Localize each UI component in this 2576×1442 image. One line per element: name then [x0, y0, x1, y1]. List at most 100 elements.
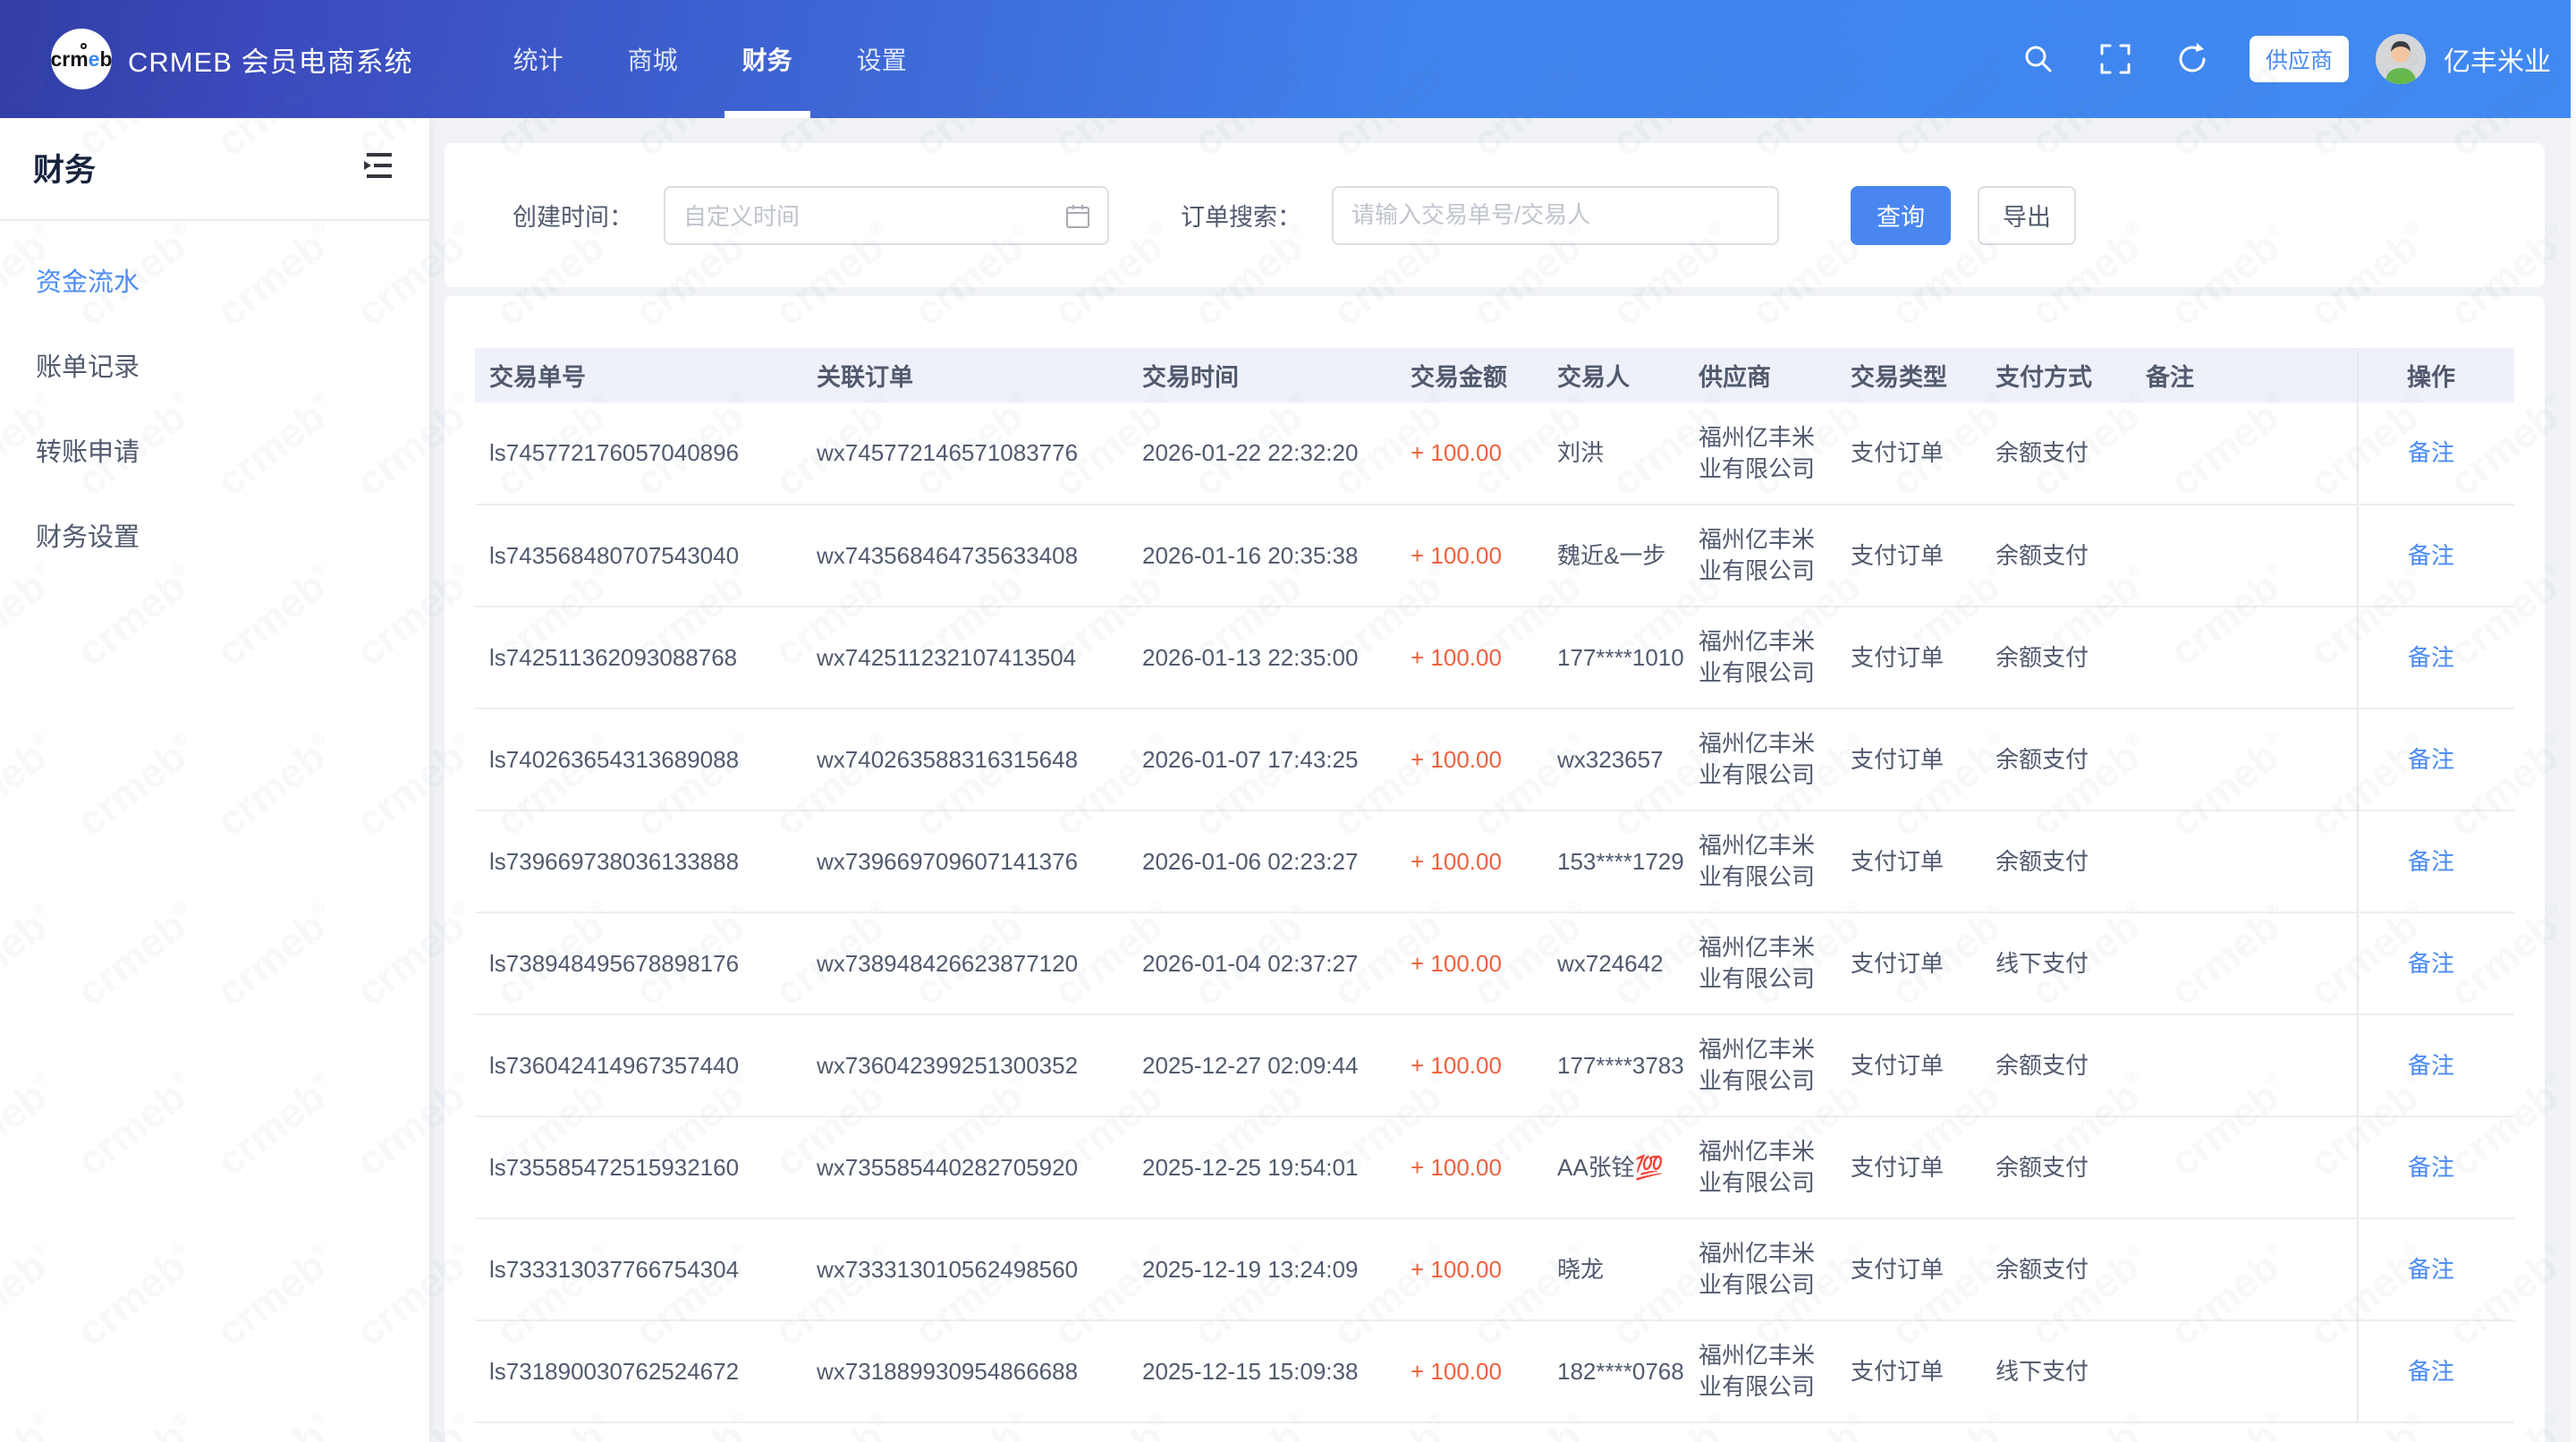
- cell-transaction-time: 2025-12-15 15:09:38: [1128, 1320, 1396, 1422]
- cell-trader: 刘洪: [1543, 403, 1684, 505]
- table-row: ls735585472515932160 wx73558544028270592…: [475, 1116, 2514, 1218]
- user-avatar[interactable]: [2376, 34, 2426, 84]
- refresh-icon[interactable]: [2173, 39, 2212, 79]
- cell-supplier: 福州亿丰米业有限公司: [1684, 1218, 1836, 1320]
- cell-remark: [2131, 1320, 2358, 1422]
- sidebar-divider: [0, 219, 429, 221]
- cell-type: 支付订单: [1836, 912, 1981, 1014]
- cell-transaction-time: 2025-12-27 02:09:44: [1128, 1014, 1396, 1116]
- cell-remark: [2131, 810, 2358, 912]
- remark-link[interactable]: 备注: [2408, 1358, 2454, 1385]
- cell-type: 支付订单: [1836, 606, 1981, 708]
- cell-type: 支付订单: [1836, 708, 1981, 810]
- sidebar-item-财务设置[interactable]: 财务设置: [0, 496, 429, 581]
- cell-type: 支付订单: [1836, 505, 1981, 606]
- cell-trader: AA张铨💯: [1543, 1116, 1684, 1218]
- cell-trader: 153****1729: [1543, 810, 1684, 912]
- search-icon[interactable]: [2019, 39, 2058, 79]
- cell-action: 备注: [2358, 1218, 2514, 1320]
- column-header-交易金额: 交易金额: [1396, 348, 1543, 403]
- cell-action: 备注: [2358, 912, 2514, 1014]
- remark-link[interactable]: 备注: [2408, 542, 2454, 569]
- column-header-交易人: 交易人: [1543, 348, 1684, 403]
- filter-panel: 创建时间： 自定义时间 订单搜索： 查询 导出: [445, 143, 2545, 287]
- cell-type: 支付订单: [1836, 1320, 1981, 1422]
- cell-action: 备注: [2358, 810, 2514, 912]
- cell-action: 备注: [2358, 403, 2514, 505]
- cell-trader: wx724642: [1543, 912, 1684, 1014]
- table-row: ls731890030762524672 wx73188993095486668…: [475, 1320, 2514, 1422]
- cell-trader: wx323657: [1543, 708, 1684, 810]
- cell-transaction-id: ls743568480707543040: [475, 505, 802, 606]
- cell-type: 支付订单: [1836, 1218, 1981, 1320]
- cell-trader: 177****3783: [1543, 1014, 1684, 1116]
- cell-related-order: wx742511232107413504: [802, 606, 1128, 708]
- order-search-input[interactable]: [1332, 186, 1779, 245]
- table-header-row: 交易单号关联订单交易时间交易金额交易人供应商交易类型支付方式备注操作: [475, 348, 2514, 403]
- cell-transaction-id: ls742511362093088768: [475, 606, 802, 708]
- cell-related-order: wx739669709607141376: [802, 810, 1128, 912]
- cell-remark: [2131, 708, 2358, 810]
- username[interactable]: 亿丰米业: [2444, 39, 2551, 79]
- cell-amount: + 100.00: [1396, 1014, 1543, 1116]
- cell-supplier: 福州亿丰米业有限公司: [1684, 403, 1836, 505]
- remark-link[interactable]: 备注: [2408, 848, 2454, 875]
- cell-supplier: 福州亿丰米业有限公司: [1684, 606, 1836, 708]
- cell-action: 备注: [2358, 1320, 2514, 1422]
- cell-transaction-id: ls738948495678898176: [475, 912, 802, 1014]
- sidebar-item-账单记录[interactable]: 账单记录: [0, 326, 429, 411]
- table-row: ls743568480707543040 wx74356846473563340…: [475, 505, 2514, 606]
- cell-type: 支付订单: [1836, 1014, 1981, 1116]
- remark-link[interactable]: 备注: [2408, 1154, 2454, 1181]
- table-body: ls745772176057040896 wx74577214657108377…: [475, 403, 2514, 1422]
- top-tools: 供应商 亿丰米业: [1981, 34, 2551, 84]
- cell-related-order: wx745772146571083776: [802, 403, 1128, 505]
- cell-related-order: wx735585440282705920: [802, 1116, 1128, 1218]
- remark-link[interactable]: 备注: [2408, 950, 2454, 977]
- nav-tab-统计[interactable]: 统计: [481, 0, 596, 118]
- sidebar-item-资金流水[interactable]: 资金流水: [0, 241, 429, 326]
- nav-tab-财务[interactable]: 财务: [710, 0, 825, 118]
- sidebar-item-转账申请[interactable]: 转账申请: [0, 411, 429, 496]
- cell-transaction-time: 2025-12-19 13:24:09: [1128, 1218, 1396, 1320]
- cell-payment-method: 余额支付: [1981, 1218, 2131, 1320]
- remark-link[interactable]: 备注: [2408, 439, 2454, 466]
- collapse-menu-icon[interactable]: [363, 150, 395, 185]
- date-range-input[interactable]: 自定义时间: [664, 186, 1109, 245]
- cell-supplier: 福州亿丰米业有限公司: [1684, 810, 1836, 912]
- cell-action: 备注: [2358, 1014, 2514, 1116]
- export-button[interactable]: 导出: [1978, 186, 2076, 245]
- nav-tab-设置[interactable]: 设置: [825, 0, 939, 118]
- table-row: ls736042414967357440 wx73604239925130035…: [475, 1014, 2514, 1116]
- cell-type: 支付订单: [1836, 1116, 1981, 1218]
- cell-amount: + 100.00: [1396, 810, 1543, 912]
- cell-related-order: wx731889930954866688: [802, 1320, 1128, 1422]
- cell-related-order: wx738948426623877120: [802, 912, 1128, 1014]
- nav-tab-商城[interactable]: 商城: [596, 0, 710, 118]
- remark-link[interactable]: 备注: [2408, 746, 2454, 773]
- cell-transaction-time: 2025-12-25 19:54:01: [1128, 1116, 1396, 1218]
- page-scrollbar[interactable]: [2571, 0, 2576, 1442]
- cell-payment-method: 余额支付: [1981, 505, 2131, 606]
- fullscreen-icon[interactable]: [2096, 39, 2135, 79]
- cell-payment-method: 余额支付: [1981, 403, 2131, 505]
- main-content: 创建时间： 自定义时间 订单搜索： 查询 导出: [429, 118, 2571, 1442]
- cell-amount: + 100.00: [1396, 912, 1543, 1014]
- remark-link[interactable]: 备注: [2408, 1052, 2454, 1079]
- cell-remark: [2131, 1116, 2358, 1218]
- column-header-供应商: 供应商: [1684, 348, 1836, 403]
- column-header-交易单号: 交易单号: [475, 348, 802, 403]
- crmeb-logo-icon: crmeb: [51, 29, 112, 89]
- remark-link[interactable]: 备注: [2408, 644, 2454, 671]
- remark-link[interactable]: 备注: [2408, 1256, 2454, 1283]
- top-nav: 统计商城财务设置: [481, 0, 939, 118]
- query-button[interactable]: 查询: [1851, 186, 1951, 245]
- cell-payment-method: 余额支付: [1981, 810, 2131, 912]
- calendar-icon: [1064, 203, 1091, 234]
- cell-transaction-time: 2026-01-06 02:23:27: [1128, 810, 1396, 912]
- cell-amount: + 100.00: [1396, 505, 1543, 606]
- cell-payment-method: 余额支付: [1981, 606, 2131, 708]
- cell-related-order: wx733313010562498560: [802, 1218, 1128, 1320]
- cell-payment-method: 余额支付: [1981, 1116, 2131, 1218]
- supplier-role-badge[interactable]: 供应商: [2250, 36, 2349, 82]
